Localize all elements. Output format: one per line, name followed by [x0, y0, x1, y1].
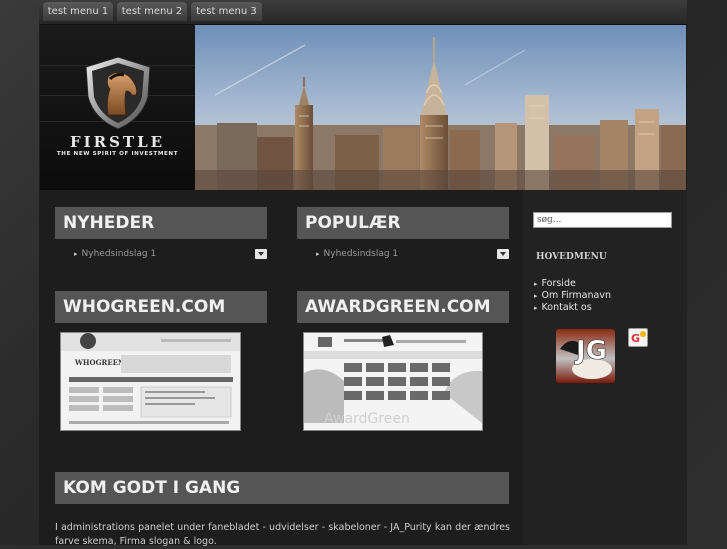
news-module-title: NYHEDER [55, 207, 267, 239]
main-menu-title: HOVEDMENU [536, 252, 607, 262]
popular-item-1[interactable]: ▸ Nyhedsindslag 1 [316, 249, 398, 259]
horse-shield-logo-icon [85, 56, 151, 130]
brand-name: FIRSTLE [69, 133, 166, 151]
search-input[interactable] [533, 212, 672, 228]
header-city-image [195, 25, 686, 190]
google-plus-icon[interactable]: G [628, 328, 648, 347]
getting-started-title: KOM GODT I GANG [55, 472, 509, 504]
news-item-1[interactable]: ▸ Nyhedsindslag 1 [74, 249, 156, 259]
sidebar-item-forside[interactable]: ▸ Forside [534, 278, 576, 289]
bullet-icon: ▸ [534, 280, 538, 288]
whogreen-thumb-logo: WHOGREEN [74, 358, 125, 367]
whogreen-module-title: WHOGREEN.COM [55, 291, 267, 323]
bullet-icon: ▸ [316, 250, 320, 258]
top-menu-item-2[interactable]: test menu 2 [117, 2, 187, 21]
top-menu-item-3[interactable]: test menu 3 [191, 2, 262, 21]
sidebar-item-label: Forside [541, 278, 576, 289]
sidebar-item-kontakt-os[interactable]: ▸ Kontakt os [534, 302, 592, 313]
top-menu-item-1[interactable]: test menu 1 [43, 2, 113, 21]
svg-text:G: G [631, 332, 640, 345]
bullet-icon: ▸ [534, 292, 538, 300]
popular-module-title: POPULÆR [297, 207, 509, 239]
sidebar-item-label: Om Firmanavn [541, 290, 611, 301]
brand-slogan: THE NEW SPIRIT OF INVESTMENT [56, 151, 179, 157]
awardgreen-site-thumbnail[interactable]: AwardGreen [303, 332, 483, 431]
sidebar-item-om-firmanavn[interactable]: ▸ Om Firmanavn [534, 290, 611, 301]
jg-badge-image[interactable]: JG [556, 329, 615, 383]
bullet-icon: ▸ [534, 304, 538, 312]
bullet-icon: ▸ [74, 250, 78, 258]
dropdown-arrow-icon[interactable] [497, 249, 509, 259]
awardgreen-module-title: AWARDGREEN.COM [297, 291, 509, 323]
jg-badge-letters: JG [574, 336, 607, 366]
sidebar-item-label: Kontakt os [541, 302, 592, 313]
whogreen-site-thumbnail[interactable]: WHOGREEN [60, 332, 241, 431]
dropdown-arrow-icon[interactable] [255, 249, 267, 259]
popular-item-label: Nyhedsindslag 1 [323, 249, 399, 259]
awardgreen-thumb-logo: AwardGreen [324, 411, 410, 427]
news-item-label: Nyhedsindslag 1 [81, 249, 157, 259]
logo-area[interactable]: FIRSTLE THE NEW SPIRIT OF INVESTMENT [40, 25, 195, 190]
